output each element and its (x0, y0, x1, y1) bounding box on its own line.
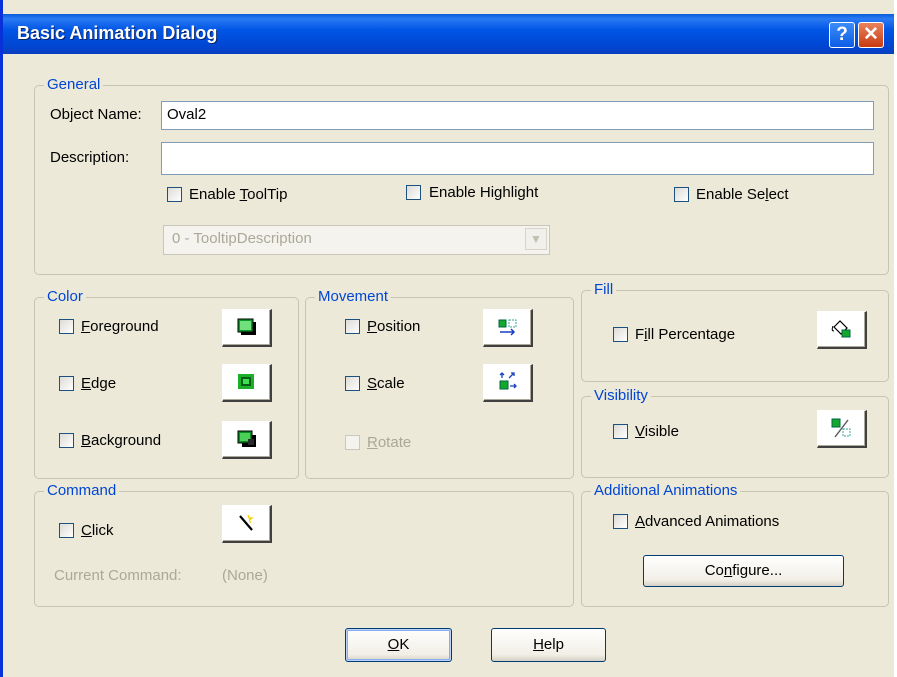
visibility-legend: Visibility (591, 387, 651, 405)
close-icon[interactable]: ✕ (858, 22, 884, 48)
position-icon (498, 319, 517, 336)
command-legend: Command (44, 482, 120, 500)
current-command-label: Current Command: (54, 567, 182, 584)
additional-animations-group: Additional Animations (581, 482, 889, 607)
advanced-animations-label[interactable]: Advanced Animations (635, 513, 779, 531)
background-checkbox[interactable] (59, 433, 74, 448)
background-color-button[interactable] (222, 421, 272, 459)
basic-animation-dialog: Basic Animation Dialog ? ✕ General Objec… (0, 0, 894, 677)
visible-button[interactable] (817, 410, 867, 448)
fill-legend: Fill (591, 281, 617, 299)
click-command-button[interactable] (222, 505, 272, 543)
advanced-animations-checkbox[interactable] (613, 514, 628, 529)
object-name-input[interactable]: Oval2 (161, 101, 874, 130)
position-checkbox[interactable] (345, 319, 360, 334)
fill-percentage-label[interactable]: Fill Percentage (635, 326, 735, 344)
enable-select-label[interactable]: Enable Select (696, 186, 789, 204)
enable-highlight-checkbox[interactable] (406, 185, 421, 200)
tooltip-select-value: 0 - TooltipDescription (172, 230, 312, 247)
object-name-label: Object Name: (50, 106, 142, 123)
help-icon[interactable]: ? (829, 22, 855, 48)
enable-tooltip-label[interactable]: Enable ToolTip (189, 186, 287, 204)
current-command-value: (None) (222, 567, 268, 584)
rotate-checkbox (345, 435, 360, 450)
magic-wand-icon (239, 514, 254, 531)
position-label[interactable]: Position (367, 318, 420, 336)
visible-checkbox[interactable] (613, 424, 628, 439)
title-bar: Basic Animation Dialog ? ✕ (3, 14, 894, 54)
additional-animations-legend: Additional Animations (591, 482, 741, 500)
background-color-icon (237, 430, 256, 447)
scale-button[interactable] (483, 364, 533, 402)
description-label: Description: (50, 149, 130, 166)
scale-icon (499, 372, 517, 390)
edge-color-button[interactable] (222, 364, 272, 402)
click-checkbox[interactable] (59, 523, 74, 538)
fill-percentage-checkbox[interactable] (613, 327, 628, 342)
enable-tooltip-checkbox[interactable] (167, 187, 182, 202)
background-label[interactable]: Background (81, 432, 161, 450)
ok-button[interactable]: OK (345, 628, 452, 662)
rotate-label: Rotate (367, 434, 412, 451)
edge-label[interactable]: Edge (81, 375, 116, 393)
position-button[interactable] (483, 309, 533, 347)
window-title: Basic Animation Dialog (17, 23, 218, 43)
enable-select-checkbox[interactable] (674, 187, 689, 202)
scale-label[interactable]: Scale (367, 375, 405, 393)
scale-checkbox[interactable] (345, 376, 360, 391)
visible-label[interactable]: Visible (635, 423, 679, 441)
foreground-color-icon (237, 318, 256, 335)
general-legend: General (44, 76, 104, 94)
fill-bucket-icon (831, 320, 851, 338)
foreground-checkbox[interactable] (59, 319, 74, 334)
visibility-icon (831, 418, 851, 438)
description-input[interactable] (161, 142, 874, 175)
fill-button[interactable] (817, 311, 867, 349)
movement-legend: Movement (315, 288, 392, 306)
foreground-label[interactable]: Foreground (81, 318, 159, 336)
chevron-down-icon: ▼ (525, 228, 547, 250)
tooltip-select[interactable]: 0 - TooltipDescription ▼ (163, 225, 550, 255)
help-button[interactable]: Help (491, 628, 606, 662)
foreground-color-button[interactable] (222, 309, 272, 347)
color-legend: Color (44, 288, 86, 306)
configure-button[interactable]: Configure... (643, 555, 844, 587)
edge-color-icon (238, 374, 254, 389)
click-label[interactable]: Click (81, 522, 114, 540)
enable-highlight-label[interactable]: Enable Highlight (429, 184, 538, 202)
edge-checkbox[interactable] (59, 376, 74, 391)
command-group: Command (34, 482, 574, 607)
